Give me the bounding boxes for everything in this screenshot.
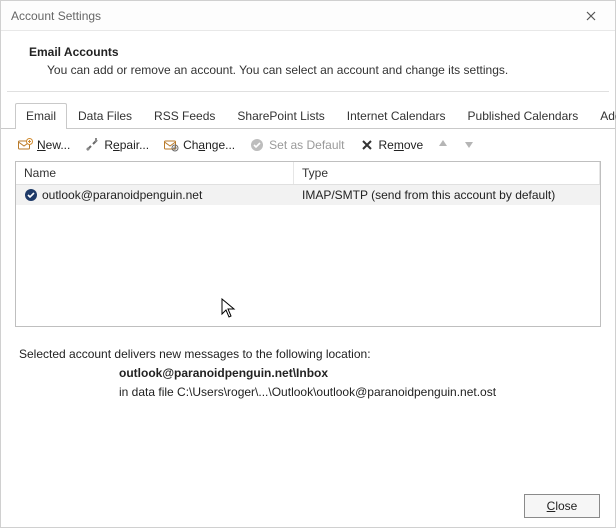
tab-data-files[interactable]: Data Files <box>67 103 143 129</box>
default-account-badge-icon <box>24 188 38 202</box>
header: Email Accounts You can add or remove an … <box>1 31 615 91</box>
move-up-icon <box>435 138 451 153</box>
list-cell-name: outlook@paranoidpenguin.net <box>16 186 294 204</box>
remove-x-icon <box>359 137 375 153</box>
list-cell-type: IMAP/SMTP (send from this account by def… <box>294 186 600 204</box>
column-header-name[interactable]: Name <box>16 162 294 184</box>
close-button[interactable]: Close <box>524 494 600 518</box>
set-default-button: Set as Default <box>247 135 346 155</box>
envelope-settings-icon <box>163 137 179 153</box>
envelope-new-icon <box>17 137 33 153</box>
window-title: Account Settings <box>11 9 101 23</box>
account-list: Name Type outlook@paranoidpenguin.net IM… <box>15 161 601 327</box>
delivery-datafile: in data file C:\Users\roger\...\Outlook\… <box>19 383 597 402</box>
account-name: outlook@paranoidpenguin.net <box>42 188 202 202</box>
window-titlebar: Account Settings <box>1 1 615 31</box>
header-title: Email Accounts <box>29 45 595 59</box>
tab-strip: Email Data Files RSS Feeds SharePoint Li… <box>1 92 615 129</box>
toolbar: New... Repair... Change... Set as Defaul… <box>1 129 615 161</box>
delivery-info: Selected account delivers new messages t… <box>1 327 615 403</box>
list-header: Name Type <box>16 162 600 185</box>
check-circle-icon <box>249 137 265 153</box>
tab-address-books[interactable]: Address Books <box>589 103 616 129</box>
footer: Close <box>524 494 600 518</box>
header-subtext: You can add or remove an account. You ca… <box>47 63 595 77</box>
column-header-type[interactable]: Type <box>294 162 600 184</box>
tab-internet-calendars[interactable]: Internet Calendars <box>336 103 457 129</box>
set-default-label: Set as Default <box>269 138 344 152</box>
new-button[interactable]: New... <box>15 135 72 155</box>
tab-sharepoint-lists[interactable]: SharePoint Lists <box>226 103 335 129</box>
move-down-icon <box>461 138 477 153</box>
remove-label: Remove <box>379 138 424 152</box>
remove-button[interactable]: Remove <box>357 135 426 155</box>
repair-button[interactable]: Repair... <box>82 135 151 155</box>
change-label: Change... <box>183 138 235 152</box>
change-button[interactable]: Change... <box>161 135 237 155</box>
new-label: New... <box>37 138 70 152</box>
list-row[interactable]: outlook@paranoidpenguin.net IMAP/SMTP (s… <box>16 185 600 205</box>
delivery-info-text: Selected account delivers new messages t… <box>19 345 597 364</box>
tab-email[interactable]: Email <box>15 103 67 129</box>
tab-published-calendars[interactable]: Published Calendars <box>457 103 590 129</box>
tab-rss-feeds[interactable]: RSS Feeds <box>143 103 226 129</box>
close-icon[interactable] <box>575 5 607 27</box>
repair-label: Repair... <box>104 138 149 152</box>
delivery-location: outlook@paranoidpenguin.net\Inbox <box>19 364 597 383</box>
wrench-screwdriver-icon <box>84 137 100 153</box>
